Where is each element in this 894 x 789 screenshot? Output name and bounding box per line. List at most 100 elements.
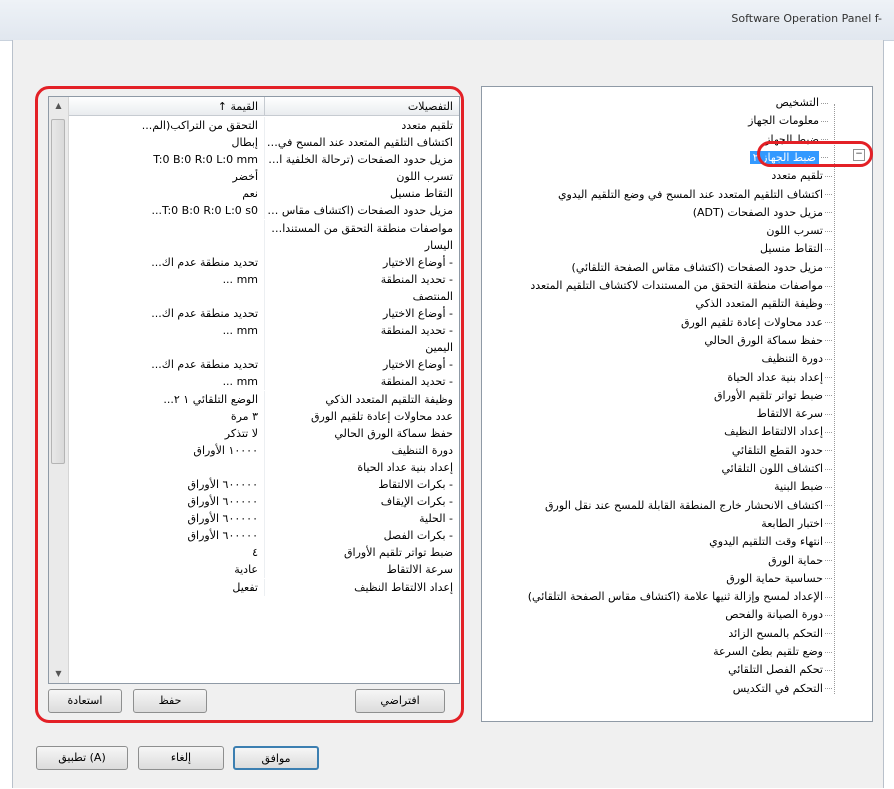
tree-connector <box>825 560 832 561</box>
tree-connector <box>825 267 832 269</box>
tree-item-label: ضبط تواتر تلقيم الأوراق <box>714 388 823 402</box>
tree-item[interactable]: حفظ سماكة الورق الحالي <box>704 333 832 349</box>
tree-connector <box>825 505 832 507</box>
tree-item-label: التشخيص <box>775 96 819 109</box>
tree-item-label: سرعة الالتقاط <box>756 407 823 421</box>
tree-item[interactable]: دورة الصيانة والفحص <box>725 607 832 623</box>
settings-tree[interactable]: − التشخيص معلومات الجهاز ضبط الجهاز ضبط الج… <box>481 86 873 722</box>
ok-button[interactable]: موافق <box>233 746 319 770</box>
tree-item[interactable]: مزيل حدود الصفحات (ADT) <box>693 205 832 221</box>
tree-item-label: حماية الورق <box>768 553 823 567</box>
tree-item[interactable]: التقاط منسيل <box>760 241 832 257</box>
tree-connector <box>825 486 832 488</box>
tree-item-label: وظيفة التلقيم المتعدد الذكي <box>695 297 823 311</box>
tree-item[interactable]: دورة التنظيف <box>761 351 832 367</box>
tree-item[interactable]: التشخيص <box>776 95 828 111</box>
tree-connector <box>825 541 832 543</box>
window-title: Software Operation Panel f- <box>731 12 882 25</box>
tree-item[interactable]: التحكم في التكديس <box>733 681 832 697</box>
tree-connector <box>821 102 828 104</box>
highlight-oval <box>757 141 873 167</box>
tree-item-label: اختبار الطابعة <box>761 516 823 530</box>
application-window: Software Operation Panel f- التفصيلات ال… <box>0 0 894 789</box>
tree-item-label: انتهاء وقت التلقيم اليدوي <box>709 535 823 549</box>
tree-item[interactable]: مزيل حدود الصفحات (اكتشاف مقاس الصفحة ال… <box>572 260 832 276</box>
tree-item[interactable]: معلومات الجهاز <box>748 113 828 129</box>
tree-item-label: ضبط البنية <box>774 480 823 494</box>
tree-item[interactable]: حدود القطع التلقائي <box>732 443 832 459</box>
tree-item-label: إعداد الالتقاط النظيف <box>724 425 823 439</box>
tree-item[interactable]: وضع تلقيم بطئ السرعة <box>713 644 832 660</box>
tree-item-label: اكتشاف التلقيم المتعدد عند المسح في وضع … <box>557 187 823 201</box>
tree-item[interactable]: حساسية حماية الورق <box>726 571 832 587</box>
tree-connector <box>825 523 832 525</box>
tree-item[interactable]: مواصفات منطقة التحقق من المستندات لاكتشا… <box>530 278 832 294</box>
tree-item[interactable]: تلقيم متعدد <box>771 168 832 184</box>
tree-item[interactable]: ضبط البنية <box>774 479 832 495</box>
tree-connector <box>825 377 832 378</box>
tree-item[interactable]: وظيفة التلقيم المتعدد الذكي <box>695 296 832 312</box>
tree-item[interactable]: انتهاء وقت التلقيم اليدوي <box>709 534 832 550</box>
tree-item[interactable]: حماية الورق <box>768 553 832 569</box>
tree-item-label: مواصفات منطقة التحقق من المستندات لاكتشا… <box>530 279 823 292</box>
tree-connector <box>825 248 832 250</box>
tree-connector <box>825 431 832 433</box>
tree-connector-line <box>834 104 835 694</box>
tree-item[interactable]: إعداد الالتقاط النظيف <box>724 424 832 440</box>
tree-connector <box>825 651 832 653</box>
tree-item-label: اكتشاف اللون التلقائي <box>721 462 824 475</box>
tree-item[interactable]: إعداد بنية عداد الحياة <box>727 370 832 386</box>
tree-item-label: تحكم الفصل التلقائي <box>728 663 823 677</box>
tree-item-label: عدد محاولات إعادة تلقيم الورق <box>681 315 823 329</box>
tree-connector <box>821 139 828 141</box>
tree-connector <box>825 175 832 177</box>
tree-item-label: معلومات الجهاز <box>748 114 819 128</box>
tree-item[interactable]: تسرب اللون <box>766 223 832 239</box>
cancel-button[interactable]: إلغاء <box>138 746 224 770</box>
tree-item-label: وضع تلقيم بطئ السرعة <box>713 645 823 658</box>
tree-item[interactable]: اكتشاف التلقيم المتعدد عند المسح في وضع … <box>558 187 832 203</box>
tree-item[interactable]: تحكم الفصل التلقائي <box>728 662 832 678</box>
tree-item-label: اكتشاف الانحشار خارج المنطقة القابلة للم… <box>545 498 823 512</box>
tree-connector <box>825 230 832 232</box>
tree-item[interactable]: اكتشاف اللون التلقائي <box>721 461 832 477</box>
tree-connector <box>825 340 832 342</box>
title-bar: Software Operation Panel f- <box>0 0 894 41</box>
tree-item[interactable]: اختبار الطابعة <box>761 516 832 532</box>
tree-connector <box>825 596 832 598</box>
tree-item[interactable]: الإعداد لمسح وإزالة ثنيها علامة (اكتشاف … <box>528 589 832 605</box>
tree-connector <box>825 358 832 360</box>
tree-item-label: تسرب اللون <box>766 224 823 238</box>
tree-item-label: دورة الصيانة والفحص <box>725 608 823 622</box>
tree-connector <box>825 578 832 580</box>
tree-item-label: حساسية حماية الورق <box>726 571 823 585</box>
tree-connector <box>825 212 832 214</box>
apply-button[interactable]: تطبيق (A) <box>36 746 128 770</box>
tree-item[interactable]: اكتشاف الانحشار خارج المنطقة القابلة للم… <box>545 498 832 514</box>
tree-item[interactable]: التحكم بالمسح الزائد <box>728 626 832 642</box>
tree-item-label: الإعداد لمسح وإزالة ثنيها علامة (اكتشاف … <box>527 590 823 604</box>
tree-item-label: دورة التنظيف <box>761 352 823 366</box>
tree-item-label: مزيل حدود الصفحات (اكتشاف مقاس الصفحة ال… <box>571 260 823 274</box>
tree-connector <box>825 303 832 305</box>
tree-item[interactable]: عدد محاولات إعادة تلقيم الورق <box>681 315 832 331</box>
tree-item-label: إعداد بنية عداد الحياة <box>727 370 823 384</box>
tree-item-label: مزيل حدود الصفحات (ADT) <box>692 205 823 219</box>
tree-item[interactable]: ضبط تواتر تلقيم الأوراق <box>714 388 832 404</box>
tree-item[interactable]: سرعة الالتقاط <box>757 406 832 422</box>
tree-connector <box>825 413 832 415</box>
tree-connector <box>825 633 832 635</box>
tree-item-label: التحكم بالمسح الزائد <box>728 626 823 640</box>
tree-item-label: تلقيم متعدد <box>771 169 823 183</box>
tree-connector <box>825 688 832 690</box>
tree-connector <box>825 322 832 324</box>
tree-connector <box>825 450 832 452</box>
tree-connector <box>825 614 832 616</box>
tree-item-label: التحكم في التكديس <box>732 681 823 695</box>
tree-connector <box>825 669 832 671</box>
tree-connector <box>825 468 832 470</box>
tree-connector <box>821 120 828 122</box>
tree-item-label: حفظ سماكة الورق الحالي <box>704 333 823 347</box>
tree-item-label: التقاط منسيل <box>760 242 823 256</box>
tree-item-label: حدود القطع التلقائي <box>731 443 823 457</box>
